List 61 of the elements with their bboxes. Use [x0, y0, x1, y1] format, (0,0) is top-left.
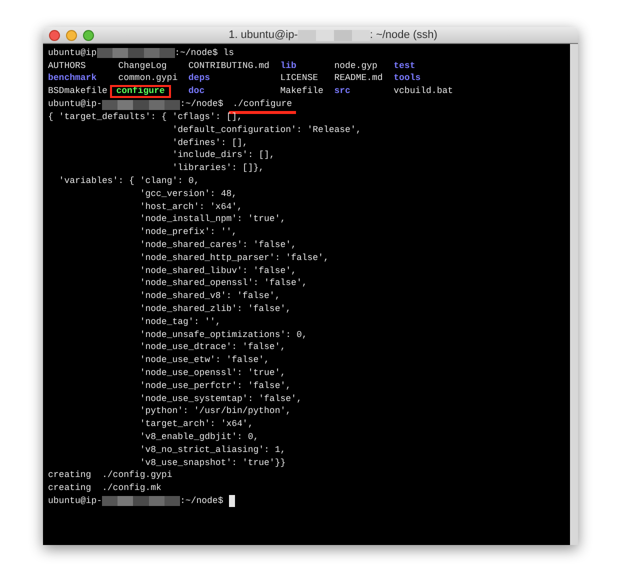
- output-line: creating ./config.gypi: [48, 469, 172, 482]
- file-name: BSDmakefile: [48, 87, 108, 96]
- output-line: 'node_shared_openssl': 'false',: [138, 277, 308, 290]
- file-name: node.gyp: [334, 62, 378, 71]
- minimize-icon[interactable]: [66, 30, 77, 40]
- output-line: creating ./config.mk: [48, 482, 162, 495]
- output-line: { 'target_defaults': { 'cflags': [],: [48, 110, 242, 124]
- file-name: vcbuild.bat: [394, 87, 454, 96]
- output-line: 'node_use_perfctr': 'false',: [138, 380, 292, 393]
- output-line: 'node_tag': '',: [138, 316, 221, 329]
- prompt-path: :~/node$: [174, 46, 218, 60]
- output-line: 'node_use_openssl': 'true',: [138, 366, 286, 380]
- file-name: doc: [188, 87, 205, 96]
- output-line: 'node_use_etw': 'false',: [138, 354, 270, 367]
- file-name: Makefile: [280, 87, 324, 96]
- command-text: ls: [223, 46, 234, 60]
- output-line: 'host_arch': 'x64',: [138, 200, 242, 214]
- output-line: 'default_configuration': 'Release',: [171, 124, 362, 137]
- file-name: test: [394, 62, 416, 71]
- prompt-path: :~/node$: [180, 98, 224, 111]
- command-text: ./configure: [228, 98, 296, 112]
- file-name: ChangeLog: [118, 62, 167, 71]
- window-title: : ~/node (ssh): [370, 28, 438, 43]
- close-icon[interactable]: [49, 30, 60, 40]
- prompt-user: ubuntu@ip-: [48, 98, 102, 111]
- output-line: 'v8_enable_gdbjit': 0,: [138, 430, 259, 444]
- output-line: 'node_prefix': '',: [138, 226, 238, 239]
- file-name: common.gypi: [118, 74, 178, 84]
- output-line: 'node_shared_v8': 'false',: [138, 290, 280, 303]
- prompt-path: :~/node$: [180, 494, 224, 508]
- file-name: README.md: [334, 74, 383, 84]
- file-name: CONTRIBUTING.md: [188, 62, 270, 71]
- output-line: 'node_use_systemtap': 'false',: [138, 392, 302, 406]
- output-line: 'node_use_dtrace': 'false',: [138, 341, 286, 354]
- output-line: 'node_shared_zlib': 'false',: [138, 302, 292, 316]
- file-name: src: [334, 87, 350, 96]
- file-name: deps: [188, 74, 210, 84]
- output-line: 'include_dirs': [],: [171, 149, 275, 162]
- output-line: 'variables': { 'clang': 0,: [58, 174, 200, 188]
- output-line: 'target_arch': 'x64',: [138, 418, 254, 431]
- output-line: 'gcc_version': 48,: [138, 188, 238, 201]
- output-line: 'node_shared_http_parser': 'false',: [138, 252, 329, 265]
- output-line: 'v8_use_snapshot': 'true'}}: [138, 456, 286, 470]
- output-line: 'v8_no_strict_aliasing': 1,: [138, 444, 286, 456]
- file-name: LICENSE: [280, 74, 318, 84]
- output-line: 'node_unsafe_optimizations': 0,: [138, 328, 308, 342]
- file-name: lib: [280, 62, 296, 71]
- zoom-icon[interactable]: [83, 30, 94, 40]
- file-name: AUTHORS: [48, 62, 86, 71]
- window-title: 1. ubuntu@ip-: [228, 28, 298, 43]
- output-line: 'node_install_npm': 'true',: [138, 213, 286, 226]
- output-line: 'python': '/usr/bin/python',: [138, 405, 292, 418]
- file-name: tools: [394, 74, 421, 84]
- prompt-user: ubuntu@ip: [48, 46, 97, 60]
- output-line: 'libraries': []},: [171, 162, 264, 175]
- prompt-user: ubuntu@ip-: [48, 494, 102, 508]
- output-line: 'defines': [],: [171, 136, 248, 150]
- file-name: configure: [112, 87, 169, 96]
- output-line: 'node_shared_libuv': 'false',: [138, 264, 296, 278]
- file-name: benchmark: [48, 74, 97, 84]
- output-line: 'node_shared_cares': 'false',: [138, 238, 296, 252]
